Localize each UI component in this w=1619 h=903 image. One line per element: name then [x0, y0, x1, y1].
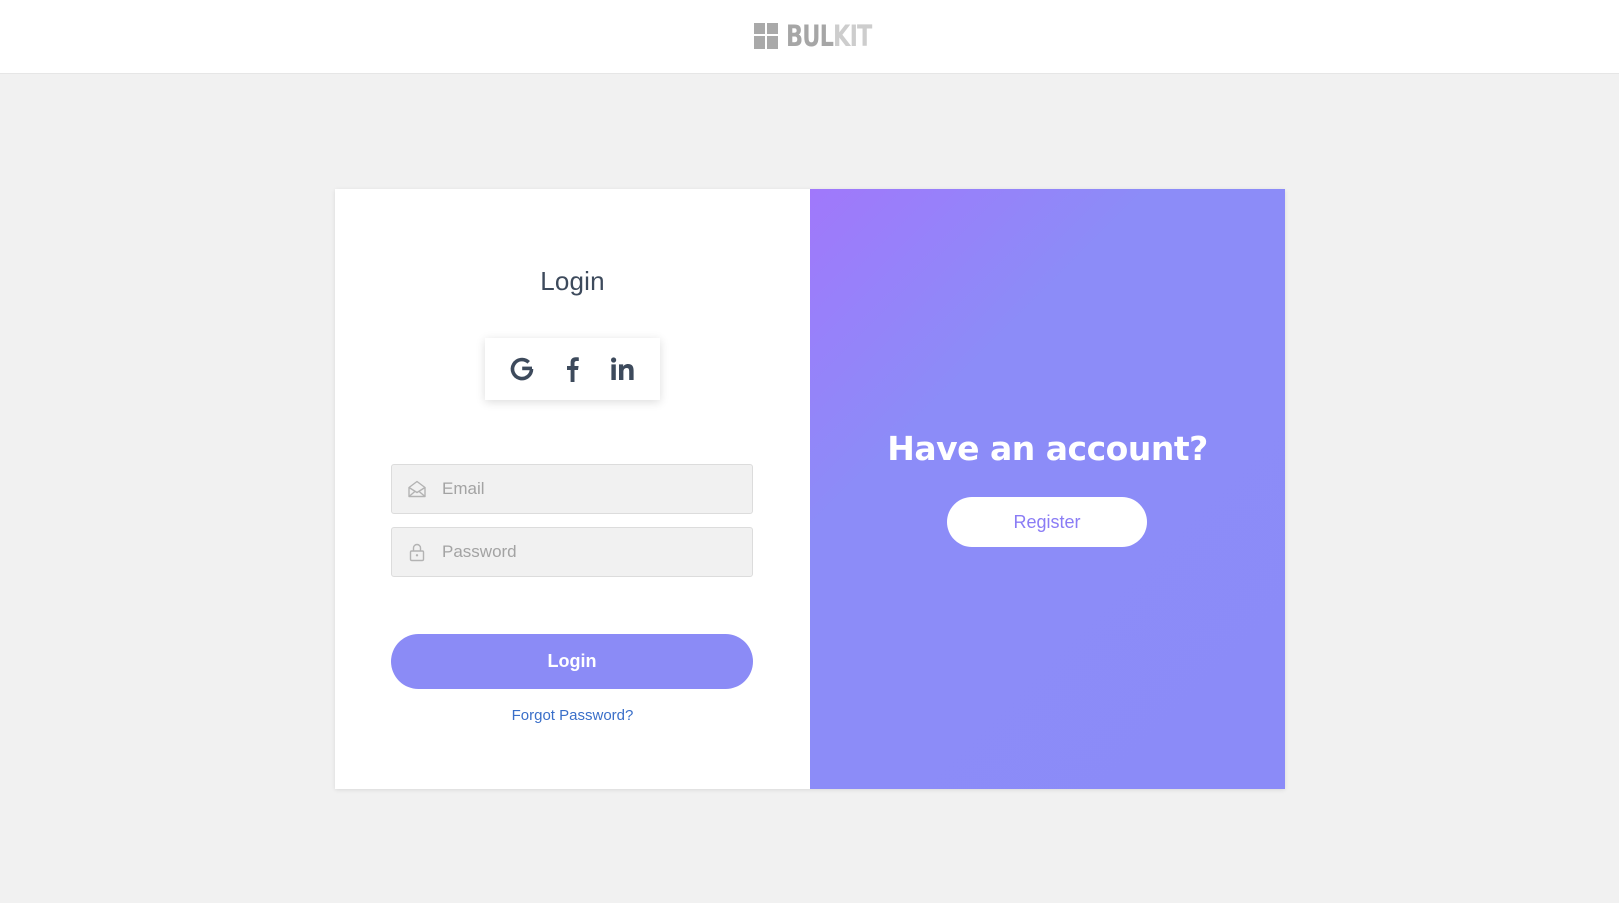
register-button[interactable]: Register: [947, 497, 1147, 547]
forgot-password-link[interactable]: Forgot Password?: [335, 707, 810, 724]
logo-grid-icon: [754, 23, 778, 49]
password-field[interactable]: [391, 527, 753, 577]
top-navbar: BULKIT: [0, 0, 1619, 74]
lock-icon: [407, 542, 427, 562]
auth-card: Login Email Login Forgot Password? Have …: [335, 189, 1285, 789]
logo-text: BULKIT: [786, 19, 872, 53]
email-field[interactable]: [391, 464, 753, 514]
login-title: Login: [540, 266, 605, 296]
linkedin-icon[interactable]: [608, 354, 638, 384]
google-icon[interactable]: [507, 354, 537, 384]
password-input[interactable]: [442, 528, 742, 576]
social-login-box: [485, 338, 660, 400]
facebook-icon[interactable]: [557, 354, 587, 384]
have-account-heading: Have an account?: [887, 429, 1208, 468]
bulkit-logo[interactable]: BULKIT: [754, 20, 885, 52]
email-input[interactable]: [442, 465, 742, 513]
envelope-icon: [407, 479, 427, 499]
login-panel: Login Email Login Forgot Password?: [335, 189, 810, 789]
register-panel: Have an account? Register: [810, 189, 1285, 789]
login-button[interactable]: Login: [391, 634, 753, 689]
